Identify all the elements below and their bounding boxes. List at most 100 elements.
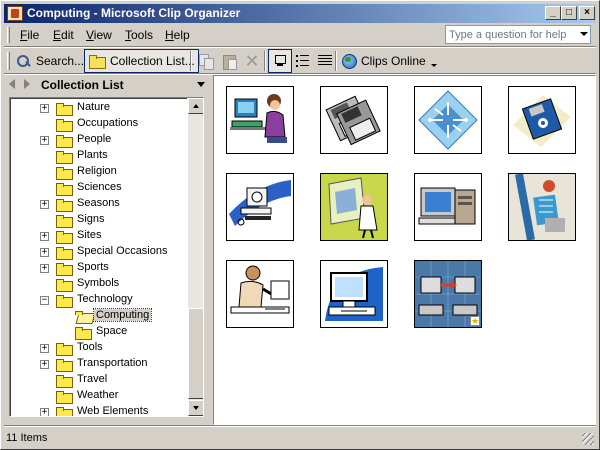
- circuit-collage-clip[interactable]: [508, 173, 576, 241]
- expand-icon[interactable]: +: [40, 248, 49, 257]
- expand-icon[interactable]: +: [40, 264, 49, 273]
- expand-icon[interactable]: +: [40, 360, 49, 369]
- tree-vertical-scrollbar[interactable]: [188, 98, 203, 416]
- menu-file[interactable]: File: [20, 28, 39, 42]
- tree-item[interactable]: + Web Elements: [11, 404, 187, 416]
- tree-item[interactable]: Space: [11, 324, 187, 340]
- folder-icon: [75, 310, 91, 322]
- tree-item-label: People: [77, 133, 112, 145]
- desktop-computer-clip[interactable]: [414, 173, 482, 241]
- toolbar-grip[interactable]: [7, 52, 10, 70]
- chevron-down-icon[interactable]: [430, 63, 437, 67]
- tree-item[interactable]: Occupations: [11, 116, 187, 132]
- menu-view[interactable]: View: [86, 28, 112, 42]
- clips-online-button[interactable]: Clips Online: [338, 49, 440, 73]
- paste-button[interactable]: [218, 49, 240, 73]
- scroll-thumb[interactable]: [188, 308, 203, 399]
- tree-item[interactable]: + Sports: [11, 260, 187, 276]
- woman-at-computer-image: [230, 94, 287, 143]
- tree-item[interactable]: Sciences: [11, 180, 187, 196]
- collection-list-button[interactable]: Collection List...: [84, 49, 199, 73]
- delete-button[interactable]: ✕: [241, 49, 263, 73]
- circuit-chip-clip[interactable]: [414, 86, 482, 154]
- expand-icon[interactable]: +: [40, 200, 49, 209]
- menu-bar-grip[interactable]: [7, 27, 10, 43]
- forward-arrow-icon[interactable]: [24, 79, 30, 89]
- floppy-disks-clip[interactable]: [320, 86, 388, 154]
- presenter-screen-clip[interactable]: [320, 173, 388, 241]
- close-button[interactable]: ×: [579, 6, 595, 20]
- tree-item-label: Travel: [77, 373, 108, 385]
- tree-item[interactable]: − Technology: [11, 292, 187, 308]
- tree-item-label: Sites: [77, 229, 102, 241]
- folder-icon: [56, 390, 73, 404]
- collection-folder-icon: [88, 53, 106, 69]
- copy-button[interactable]: [195, 49, 217, 73]
- thumbnails-view-button[interactable]: [268, 49, 292, 73]
- search-button[interactable]: Search...: [13, 49, 87, 73]
- tree-item-label: Signs: [77, 213, 105, 225]
- task-pane-menu-icon[interactable]: [197, 82, 205, 87]
- resize-grip[interactable]: [582, 433, 594, 445]
- folder-icon: [56, 406, 73, 416]
- network-computers-clip[interactable]: ★: [414, 260, 482, 328]
- tree-item[interactable]: + Transportation: [11, 356, 187, 372]
- status-divider: [4, 425, 596, 427]
- collapse-icon[interactable]: −: [40, 296, 49, 305]
- scroll-down-button[interactable]: [188, 400, 203, 416]
- tree-item[interactable]: Religion: [11, 164, 187, 180]
- back-arrow-icon[interactable]: [9, 79, 15, 89]
- clip-organizer-app-icon[interactable]: [7, 6, 23, 21]
- list-view-button[interactable]: [292, 49, 314, 73]
- expand-icon[interactable]: +: [40, 232, 49, 241]
- window-title: Computing - Microsoft Clip Organizer: [27, 6, 241, 20]
- tree-item[interactable]: Symbols: [11, 276, 187, 292]
- menu-tools[interactable]: Tools: [125, 28, 153, 42]
- tree-item[interactable]: Plants: [11, 148, 187, 164]
- list-view-icon: [295, 53, 311, 69]
- help-search-input[interactable]: [446, 26, 576, 43]
- computer-cd-clip[interactable]: [226, 173, 294, 241]
- menu-edit[interactable]: Edit: [53, 28, 74, 42]
- folder-icon: [56, 198, 73, 212]
- folder-icon: [56, 278, 73, 292]
- minimize-button[interactable]: _: [545, 6, 561, 20]
- tree-item[interactable]: + Tools: [11, 340, 187, 356]
- maximize-button[interactable]: □: [561, 6, 577, 20]
- tree-item[interactable]: + People: [11, 132, 187, 148]
- details-view-button[interactable]: [314, 49, 336, 73]
- expand-icon[interactable]: +: [40, 104, 49, 113]
- tree-item[interactable]: + Special Occasions: [11, 244, 187, 260]
- expand-icon[interactable]: +: [40, 344, 49, 353]
- presenter-screen-image: [321, 174, 387, 240]
- folder-icon: [56, 182, 73, 196]
- folder-icon: [56, 150, 73, 164]
- tree-item[interactable]: Signs: [11, 212, 187, 228]
- item-count: 11 Items: [6, 432, 48, 444]
- clips-online-label: Clips Online: [361, 54, 426, 68]
- tree-item[interactable]: + Sites: [11, 228, 187, 244]
- folder-icon: [75, 326, 92, 340]
- scroll-up-button[interactable]: [188, 98, 203, 114]
- expand-icon[interactable]: +: [40, 408, 49, 416]
- tree-item[interactable]: Weather: [11, 388, 187, 404]
- woman-at-computer-clip[interactable]: [226, 86, 294, 154]
- tree-item[interactable]: Travel: [11, 372, 187, 388]
- title-bar[interactable]: Computing - Microsoft Clip Organizer _ □…: [4, 4, 596, 23]
- tree-item[interactable]: + Nature: [11, 100, 187, 116]
- folder-icon: [56, 358, 73, 372]
- ask-question-box[interactable]: [445, 25, 591, 44]
- man-at-computer-clip[interactable]: [226, 260, 294, 328]
- floppy-disk-blue-clip[interactable]: [508, 86, 576, 154]
- expand-icon[interactable]: +: [40, 136, 49, 145]
- tree-item[interactable]: + Seasons: [11, 196, 187, 212]
- chevron-down-icon[interactable]: [580, 32, 588, 36]
- folder-icon: [56, 102, 73, 116]
- tree-item[interactable]: Computing: [11, 308, 187, 324]
- clip-gallery: ★: [213, 75, 596, 425]
- folder-icon: [56, 214, 73, 228]
- menu-help[interactable]: Help: [165, 28, 190, 42]
- computer-monitor-clip[interactable]: [320, 260, 388, 328]
- tree-item-label: Technology: [77, 293, 133, 305]
- toolbar: Search... Collection List... ✕ Clips Onl…: [4, 48, 596, 74]
